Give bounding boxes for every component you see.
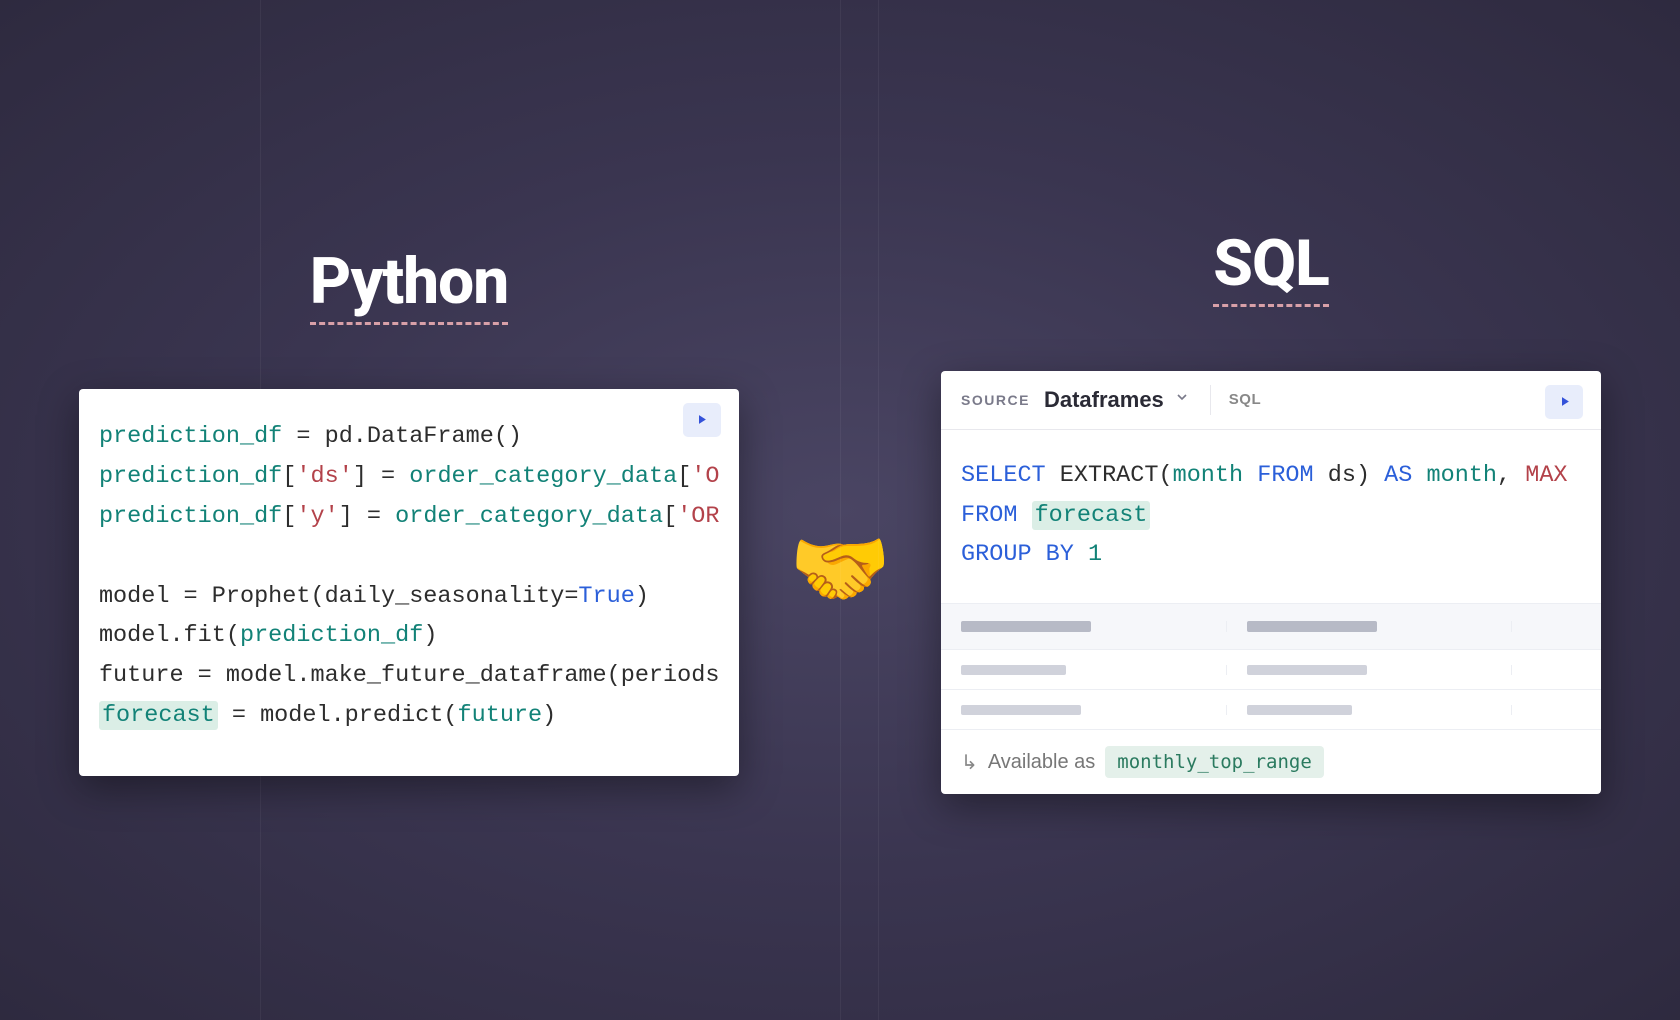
table-row bbox=[941, 650, 1601, 690]
result-variable-badge[interactable]: monthly_top_range bbox=[1105, 746, 1323, 778]
sql-code-body: SELECT EXTRACT(month FROM ds) AS month, … bbox=[941, 430, 1601, 604]
chevron-down-icon[interactable] bbox=[1174, 389, 1190, 410]
source-label: SOURCE bbox=[961, 392, 1030, 408]
sql-heading: SQL bbox=[1213, 226, 1329, 301]
python-heading: Python bbox=[310, 244, 509, 319]
table-header-row bbox=[941, 604, 1601, 650]
run-python-button[interactable] bbox=[683, 403, 721, 437]
source-dropdown[interactable]: Dataframes bbox=[1044, 387, 1164, 413]
play-icon bbox=[694, 412, 709, 427]
result-table bbox=[941, 603, 1601, 730]
run-sql-button[interactable] bbox=[1545, 385, 1583, 419]
python-column: Python prediction_df = pd.DataFrame() pr… bbox=[79, 244, 739, 777]
sql-column: SQL SOURCE Dataframes SQL SELECT EXTRACT… bbox=[941, 226, 1601, 795]
sql-card-header: SOURCE Dataframes SQL bbox=[941, 371, 1601, 430]
sql-code: SELECT EXTRACT(month FROM ds) AS month, … bbox=[961, 456, 1581, 576]
python-card: prediction_df = pd.DataFrame() predictio… bbox=[79, 389, 739, 777]
return-arrow-icon: ↳ bbox=[961, 750, 978, 775]
python-code: prediction_df = pd.DataFrame() predictio… bbox=[99, 417, 719, 737]
sql-footer: ↳ Available as monthly_top_range bbox=[941, 730, 1601, 794]
available-as-label: Available as bbox=[988, 751, 1095, 774]
play-icon bbox=[1557, 394, 1572, 409]
table-row bbox=[941, 690, 1601, 730]
language-label: SQL bbox=[1229, 391, 1261, 408]
sql-card: SOURCE Dataframes SQL SELECT EXTRACT(mon… bbox=[941, 371, 1601, 795]
header-divider bbox=[1210, 385, 1211, 415]
